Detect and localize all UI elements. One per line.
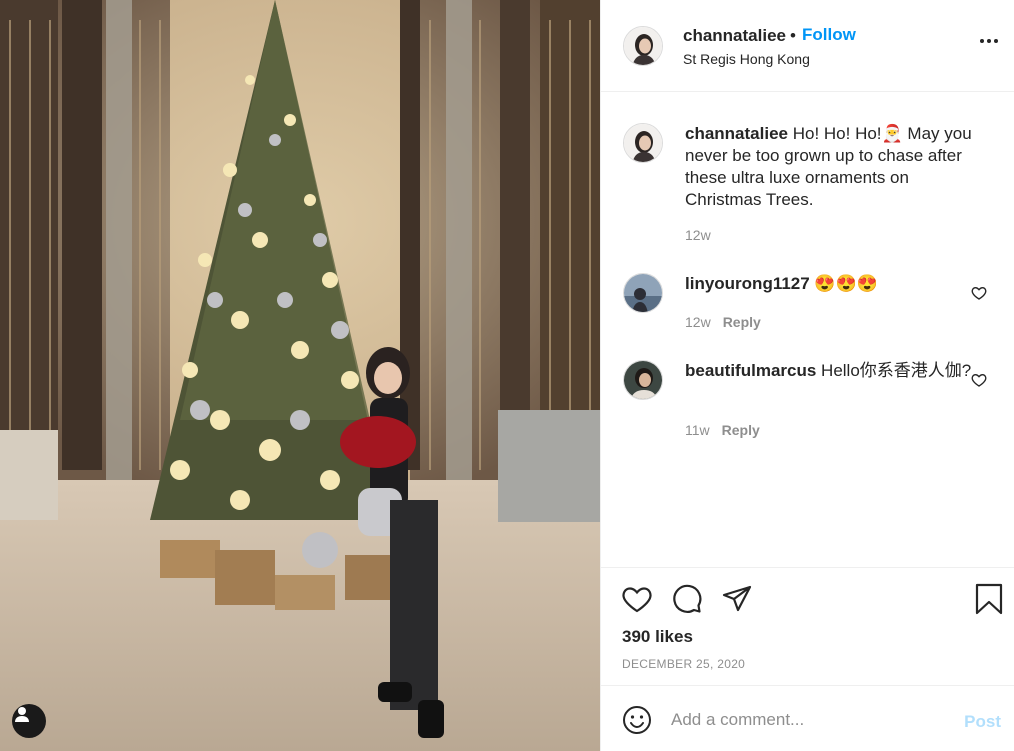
christmas-tree-scene (0, 0, 600, 751)
comment-meta: 11w Reply (685, 422, 760, 438)
bookmark-icon[interactable] (973, 583, 1005, 615)
commenter-avatar[interactable] (623, 360, 663, 400)
post-header: channataliee • Follow St Regis Hong Kong (601, 0, 1014, 92)
comment-age[interactable]: 11w (685, 422, 710, 438)
reply-button[interactable]: Reply (722, 422, 760, 438)
comment-like-heart-icon[interactable] (971, 285, 987, 301)
caption-username[interactable]: channataliee (685, 124, 788, 143)
comment-body: beautifulmarcus Hello你系香港人伽? (685, 360, 985, 382)
caption-body: channataliee Ho! Ho! Ho!🎅 May you never … (685, 123, 985, 211)
comment-username[interactable]: linyourong1127 (685, 274, 810, 293)
comment-input[interactable] (671, 706, 951, 734)
comment-username[interactable]: beautifulmarcus (685, 361, 816, 380)
heart-icon[interactable] (621, 583, 653, 615)
caption-meta: 12w (685, 227, 711, 243)
separator-dot: • (790, 26, 796, 45)
likes-count[interactable]: 390 likes (622, 627, 693, 647)
author-username[interactable]: channataliee (683, 26, 786, 46)
comment-age[interactable]: 12w (685, 314, 711, 330)
user-tag-icon[interactable] (12, 704, 46, 738)
author-avatar[interactable] (623, 26, 663, 66)
comments-list[interactable]: channataliee Ho! Ho! Ho!🎅 May you never … (601, 93, 1014, 566)
caption-age[interactable]: 12w (685, 227, 711, 243)
comment-icon[interactable] (671, 583, 703, 615)
commenter-avatar[interactable] (623, 273, 663, 313)
emoji-icon[interactable] (622, 705, 652, 735)
post-photo[interactable] (0, 0, 600, 751)
share-icon[interactable] (721, 583, 753, 615)
post-location[interactable]: St Regis Hong Kong (683, 51, 810, 67)
comment-text: Hello你系香港人伽? (816, 361, 972, 380)
post-side-panel: channataliee • Follow St Regis Hong Kong… (600, 0, 1014, 751)
comment-body: linyourong1127 😍😍😍 (685, 273, 985, 295)
post-actions: 390 likes DECEMBER 25, 2020 (601, 567, 1014, 685)
comment-text: 😍😍😍 (809, 274, 878, 293)
more-options-icon[interactable] (978, 34, 1000, 48)
caption-avatar[interactable] (623, 123, 663, 163)
post-date[interactable]: DECEMBER 25, 2020 (622, 657, 745, 671)
reply-button[interactable]: Reply (723, 314, 761, 330)
add-comment-bar: Post (601, 685, 1014, 751)
comment-meta: 12w Reply (685, 314, 761, 330)
follow-button[interactable]: Follow (802, 25, 856, 45)
post-comment-button[interactable]: Post (964, 712, 1001, 732)
comment-like-heart-icon[interactable] (971, 372, 987, 388)
